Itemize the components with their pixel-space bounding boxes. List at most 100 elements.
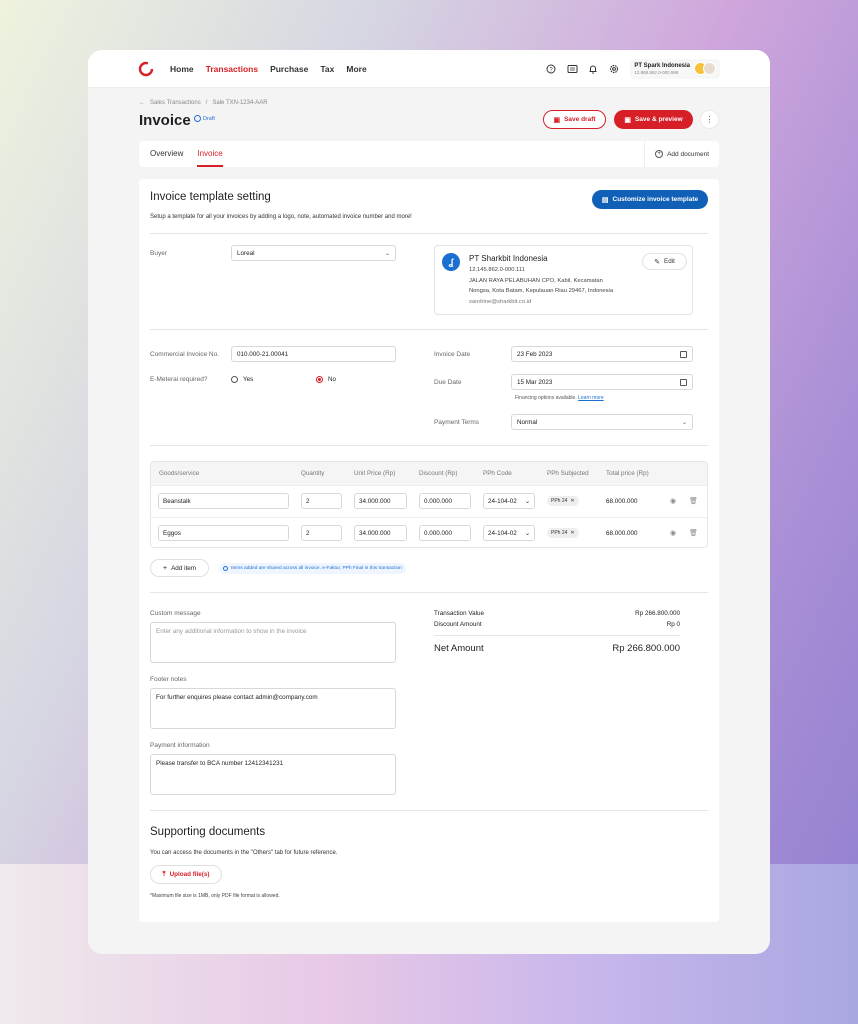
net-amount-row: Net Amount Rp 266.800.000: [434, 643, 680, 654]
breadcrumb-current: Sale TXN-1234-AAR: [212, 100, 268, 106]
add-item-button[interactable]: + Add item: [150, 559, 209, 577]
calendar-icon: [680, 378, 687, 386]
save-draft-button[interactable]: ▣ Save draft: [543, 110, 606, 129]
pph-chip: PPh 24 ✕: [547, 496, 579, 506]
quantity-input[interactable]: 2: [301, 525, 342, 541]
breadcrumb-sales-transactions[interactable]: Sales Transactions: [150, 100, 201, 106]
col-unit-price: Unit Price (Rp): [354, 470, 396, 477]
unit-price-input[interactable]: 34.000.000: [354, 525, 407, 541]
trash-icon[interactable]: 🗑: [689, 529, 698, 537]
nav-home[interactable]: Home: [170, 64, 194, 74]
divider: [434, 635, 680, 636]
due-date-picker[interactable]: 15 Mar 2023: [511, 374, 693, 390]
discount-amount-row: Discount Amount Rp 0: [434, 621, 680, 628]
discount-amount-label: Discount Amount: [434, 621, 482, 628]
tabs-bar: Overview Invoice + Add document: [139, 141, 719, 167]
goods-input[interactable]: Eggos: [158, 525, 289, 541]
pph-code-value: 24-104-02: [488, 529, 517, 537]
pph-code-select[interactable]: 24-104-02 ⌄: [483, 525, 535, 541]
yes-label: Yes: [243, 376, 254, 383]
vendor-npwp: 12.145.862.0-000.111: [469, 267, 525, 273]
customize-template-button[interactable]: ▤ Customize invoice template: [592, 190, 708, 209]
divider: [150, 233, 708, 234]
nav-purchase[interactable]: Purchase: [270, 64, 308, 74]
col-pph-subjected: PPh Subjected: [547, 470, 589, 477]
invoice-panel: Invoice template setting ▤ Customize invo…: [139, 179, 719, 922]
discount-input[interactable]: 0.000.000: [419, 493, 471, 509]
supporting-docs-subtitle: You can access the documents in the "Oth…: [150, 850, 338, 856]
company-switcher[interactable]: PT Spark Indonesia 12.868.862.0-000.999: [630, 58, 720, 79]
upload-icon: ⤒: [162, 870, 166, 878]
template-title: Invoice template setting: [150, 191, 271, 203]
buyer-select[interactable]: Loreal ⌄: [231, 245, 396, 261]
add-document-label: Add document: [667, 150, 709, 158]
edit-vendor-button[interactable]: ✎ Edit: [642, 253, 687, 270]
gear-icon[interactable]: [608, 63, 620, 75]
emeterai-yes-radio[interactable]: Yes: [231, 376, 253, 383]
custom-message-label: Custom message: [150, 610, 201, 617]
pph-code-select[interactable]: 24-104-02 ⌄: [483, 493, 535, 509]
items-info-note: Items added are shared across all invoic…: [219, 563, 406, 574]
invoice-date-picker[interactable]: 23 Feb 2023: [511, 346, 693, 362]
trash-icon[interactable]: 🗑: [689, 497, 698, 505]
discount-input[interactable]: 0.000.000: [419, 525, 471, 541]
vendor-logo-icon: ʆ: [442, 253, 460, 271]
tab-overview[interactable]: Overview: [150, 141, 183, 167]
payment-info-textarea[interactable]: Please transfer to BCA number 1241234123…: [150, 754, 396, 795]
add-document-button[interactable]: + Add document: [644, 141, 719, 167]
col-pph-code: PPh Code: [483, 470, 512, 477]
pph-chip-label: PPh 24: [551, 498, 568, 504]
eye-icon[interactable]: ◉: [670, 497, 676, 505]
remove-chip-icon[interactable]: ✕: [570, 498, 574, 504]
quantity-input[interactable]: 2: [301, 493, 342, 509]
eye-icon[interactable]: ◉: [670, 529, 676, 537]
back-arrow-icon[interactable]: ←: [139, 100, 145, 106]
radio-icon: [231, 376, 238, 383]
financing-note: Financing options available. Learn more: [515, 395, 604, 401]
net-amount: Rp 266.800.000: [612, 643, 680, 654]
nav-tax[interactable]: Tax: [320, 64, 334, 74]
divider: [150, 329, 708, 330]
nav-more[interactable]: More: [346, 64, 366, 74]
bell-icon[interactable]: [587, 63, 599, 75]
goods-input[interactable]: Beanstalk: [158, 493, 289, 509]
due-date-label: Due Date: [434, 379, 462, 386]
unit-price-input[interactable]: 34.000.000: [354, 493, 407, 509]
template-subtitle: Setup a template for all your invoices b…: [150, 214, 412, 220]
learn-more-link[interactable]: Learn more: [578, 395, 604, 401]
payment-terms-select[interactable]: Normal ⌄: [511, 414, 693, 430]
due-date-value: 15 Mar 2023: [517, 378, 553, 386]
invoice-date-label: Invoice Date: [434, 351, 471, 358]
pph-code-value: 24-104-02: [488, 497, 517, 505]
vendor-address-line1: JALAN RAYA PELABUHAN CPO, Kabil, Kecamat…: [469, 278, 603, 284]
breadcrumb: ← Sales Transactions / Sale TXN-1234-AAR: [139, 100, 273, 106]
save-icon: ▣: [624, 116, 631, 124]
brand-logo-icon[interactable]: [138, 61, 154, 77]
total-price: 68.000.000: [606, 498, 638, 505]
payment-terms-label: Payment Terms: [434, 419, 480, 426]
supporting-docs-title: Supporting documents: [150, 826, 266, 838]
footer-notes-textarea[interactable]: For further enquires please contact admi…: [150, 688, 396, 729]
remove-chip-icon[interactable]: ✕: [570, 530, 574, 536]
commercial-invoice-label: Commercial Invoice No.: [150, 351, 219, 358]
save-icon: ▣: [553, 116, 561, 124]
tab-invoice[interactable]: Invoice: [197, 141, 223, 167]
edit-label: Edit: [664, 258, 675, 265]
custom-message-textarea[interactable]: Enter any additional information to show…: [150, 622, 396, 663]
transaction-value: Rp 266.800.000: [635, 610, 680, 617]
save-preview-button[interactable]: ▣ Save & preview: [614, 110, 693, 129]
news-icon[interactable]: [566, 63, 578, 75]
help-icon[interactable]: ?: [545, 63, 557, 75]
emeterai-no-radio[interactable]: No: [316, 376, 336, 383]
upload-files-button[interactable]: ⤒ Upload file(s): [150, 865, 222, 884]
table-row: Eggos 2 34.000.000 0.000.000 24-104-02 ⌄ …: [151, 517, 707, 547]
company-name: PT Spark Indonesia: [634, 62, 690, 69]
page-title: Invoice: [139, 112, 191, 129]
nav-transactions[interactable]: Transactions: [206, 64, 258, 74]
save-draft-label: Save draft: [564, 116, 596, 123]
app-window: Home Transactions Purchase Tax More ? PT…: [88, 50, 770, 954]
pencil-icon: ✎: [654, 258, 660, 266]
add-item-label: Add item: [171, 564, 196, 572]
more-options-button[interactable]: ⋮: [700, 110, 719, 129]
commercial-invoice-input[interactable]: 010.000-21.00041: [231, 346, 396, 362]
